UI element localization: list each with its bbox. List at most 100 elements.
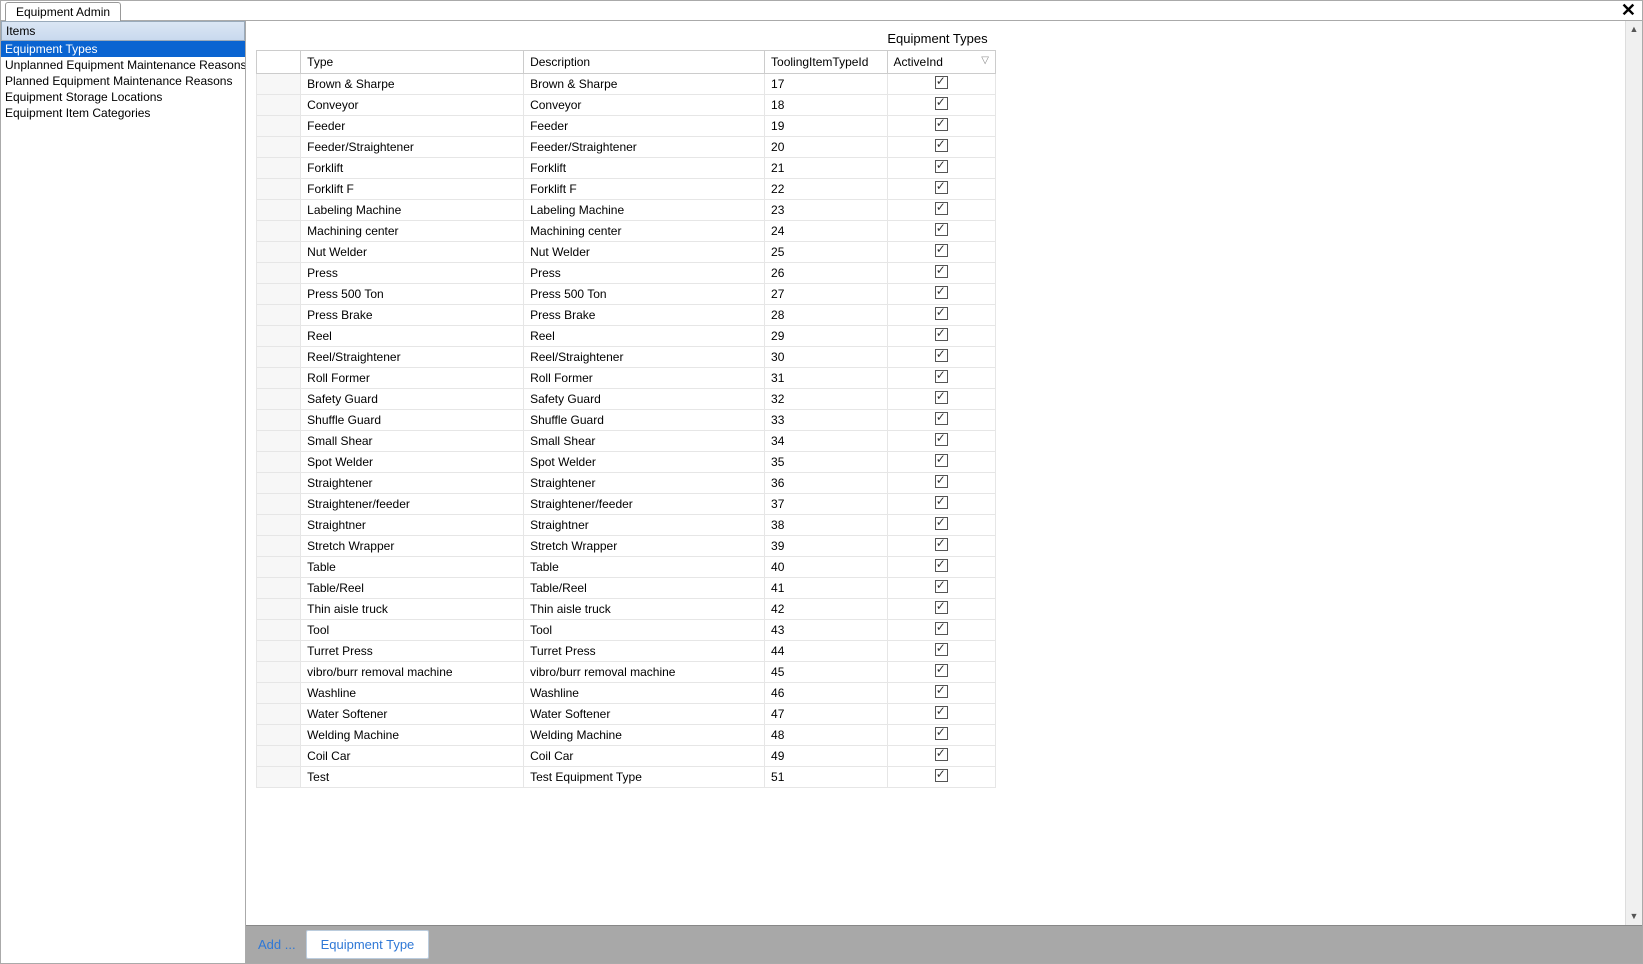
checkbox-checked-icon[interactable] <box>935 475 948 488</box>
row-expander[interactable] <box>257 179 301 200</box>
row-expander[interactable] <box>257 221 301 242</box>
checkbox-checked-icon[interactable] <box>935 391 948 404</box>
cell-description[interactable]: Straightner <box>524 515 765 536</box>
checkbox-checked-icon[interactable] <box>935 622 948 635</box>
cell-id[interactable]: 20 <box>765 137 887 158</box>
checkbox-checked-icon[interactable] <box>935 328 948 341</box>
checkbox-checked-icon[interactable] <box>935 643 948 656</box>
cell-id[interactable]: 32 <box>765 389 887 410</box>
cell-active[interactable] <box>887 473 995 494</box>
checkbox-checked-icon[interactable] <box>935 202 948 215</box>
row-expander[interactable] <box>257 515 301 536</box>
cell-description[interactable]: Press <box>524 263 765 284</box>
cell-description[interactable]: Coil Car <box>524 746 765 767</box>
table-row[interactable]: Coil CarCoil Car49 <box>257 746 996 767</box>
cell-active[interactable] <box>887 515 995 536</box>
checkbox-checked-icon[interactable] <box>935 769 948 782</box>
table-row[interactable]: Feeder/StraightenerFeeder/Straightener20 <box>257 137 996 158</box>
cell-id[interactable]: 27 <box>765 284 887 305</box>
row-expander[interactable] <box>257 473 301 494</box>
cell-type[interactable]: Safety Guard <box>301 389 524 410</box>
close-icon[interactable]: ✕ <box>1621 1 1636 19</box>
table-row[interactable]: StraightnerStraightner38 <box>257 515 996 536</box>
checkbox-checked-icon[interactable] <box>935 97 948 110</box>
sidebar-item[interactable]: Equipment Item Categories <box>1 105 245 121</box>
cell-description[interactable]: Table <box>524 557 765 578</box>
row-expander[interactable] <box>257 704 301 725</box>
cell-id[interactable]: 35 <box>765 452 887 473</box>
cell-id[interactable]: 48 <box>765 725 887 746</box>
cell-description[interactable]: Reel/Straightener <box>524 347 765 368</box>
cell-active[interactable] <box>887 221 995 242</box>
cell-type[interactable]: Press 500 Ton <box>301 284 524 305</box>
checkbox-checked-icon[interactable] <box>935 412 948 425</box>
cell-active[interactable] <box>887 410 995 431</box>
checkbox-checked-icon[interactable] <box>935 244 948 257</box>
cell-type[interactable]: Nut Welder <box>301 242 524 263</box>
cell-type[interactable]: Stretch Wrapper <box>301 536 524 557</box>
cell-type[interactable]: Shuffle Guard <box>301 410 524 431</box>
cell-active[interactable] <box>887 494 995 515</box>
cell-id[interactable]: 17 <box>765 74 887 95</box>
table-row[interactable]: Nut WelderNut Welder25 <box>257 242 996 263</box>
cell-id[interactable]: 18 <box>765 95 887 116</box>
cell-description[interactable]: Forklift <box>524 158 765 179</box>
cell-active[interactable] <box>887 431 995 452</box>
table-row[interactable]: FeederFeeder19 <box>257 116 996 137</box>
cell-id[interactable]: 45 <box>765 662 887 683</box>
cell-active[interactable] <box>887 641 995 662</box>
cell-type[interactable]: Brown & Sharpe <box>301 74 524 95</box>
table-row[interactable]: Press 500 TonPress 500 Ton27 <box>257 284 996 305</box>
row-expander[interactable] <box>257 557 301 578</box>
cell-id[interactable]: 51 <box>765 767 887 788</box>
cell-type[interactable]: Feeder/Straightener <box>301 137 524 158</box>
table-row[interactable]: Reel/StraightenerReel/Straightener30 <box>257 347 996 368</box>
cell-type[interactable]: Tool <box>301 620 524 641</box>
cell-type[interactable]: Machining center <box>301 221 524 242</box>
cell-id[interactable]: 34 <box>765 431 887 452</box>
cell-description[interactable]: Feeder <box>524 116 765 137</box>
cell-active[interactable] <box>887 137 995 158</box>
cell-active[interactable] <box>887 95 995 116</box>
row-expander[interactable] <box>257 683 301 704</box>
checkbox-checked-icon[interactable] <box>935 748 948 761</box>
cell-description[interactable]: Roll Former <box>524 368 765 389</box>
row-expander[interactable] <box>257 641 301 662</box>
checkbox-checked-icon[interactable] <box>935 265 948 278</box>
checkbox-checked-icon[interactable] <box>935 706 948 719</box>
cell-type[interactable]: Reel <box>301 326 524 347</box>
checkbox-checked-icon[interactable] <box>935 517 948 530</box>
cell-id[interactable]: 31 <box>765 368 887 389</box>
row-expander[interactable] <box>257 725 301 746</box>
cell-id[interactable]: 39 <box>765 536 887 557</box>
cell-type[interactable]: Table <box>301 557 524 578</box>
cell-description[interactable]: Thin aisle truck <box>524 599 765 620</box>
cell-id[interactable]: 47 <box>765 704 887 725</box>
checkbox-checked-icon[interactable] <box>935 685 948 698</box>
scroll-track[interactable] <box>1626 38 1642 908</box>
cell-active[interactable] <box>887 326 995 347</box>
row-expander[interactable] <box>257 767 301 788</box>
cell-active[interactable] <box>887 557 995 578</box>
row-expander[interactable] <box>257 536 301 557</box>
grid-scroll[interactable]: Type Description ToolingItemTypeId Activ… <box>256 50 1619 925</box>
table-row[interactable]: WashlineWashline46 <box>257 683 996 704</box>
cell-type[interactable]: Coil Car <box>301 746 524 767</box>
row-expander[interactable] <box>257 620 301 641</box>
checkbox-checked-icon[interactable] <box>935 538 948 551</box>
table-row[interactable]: Straightener/feederStraightener/feeder37 <box>257 494 996 515</box>
sidebar-item[interactable]: Unplanned Equipment Maintenance Reasons <box>1 57 245 73</box>
row-expander[interactable] <box>257 305 301 326</box>
cell-type[interactable]: Turret Press <box>301 641 524 662</box>
cell-description[interactable]: Straightener/feeder <box>524 494 765 515</box>
checkbox-checked-icon[interactable] <box>935 160 948 173</box>
cell-active[interactable] <box>887 662 995 683</box>
cell-description[interactable]: Spot Welder <box>524 452 765 473</box>
table-row[interactable]: Machining centerMachining center24 <box>257 221 996 242</box>
cell-active[interactable] <box>887 389 995 410</box>
table-row[interactable]: Water SoftenerWater Softener47 <box>257 704 996 725</box>
cell-description[interactable]: Press 500 Ton <box>524 284 765 305</box>
row-expander[interactable] <box>257 137 301 158</box>
checkbox-checked-icon[interactable] <box>935 580 948 593</box>
col-header-type[interactable]: Type <box>301 51 524 74</box>
